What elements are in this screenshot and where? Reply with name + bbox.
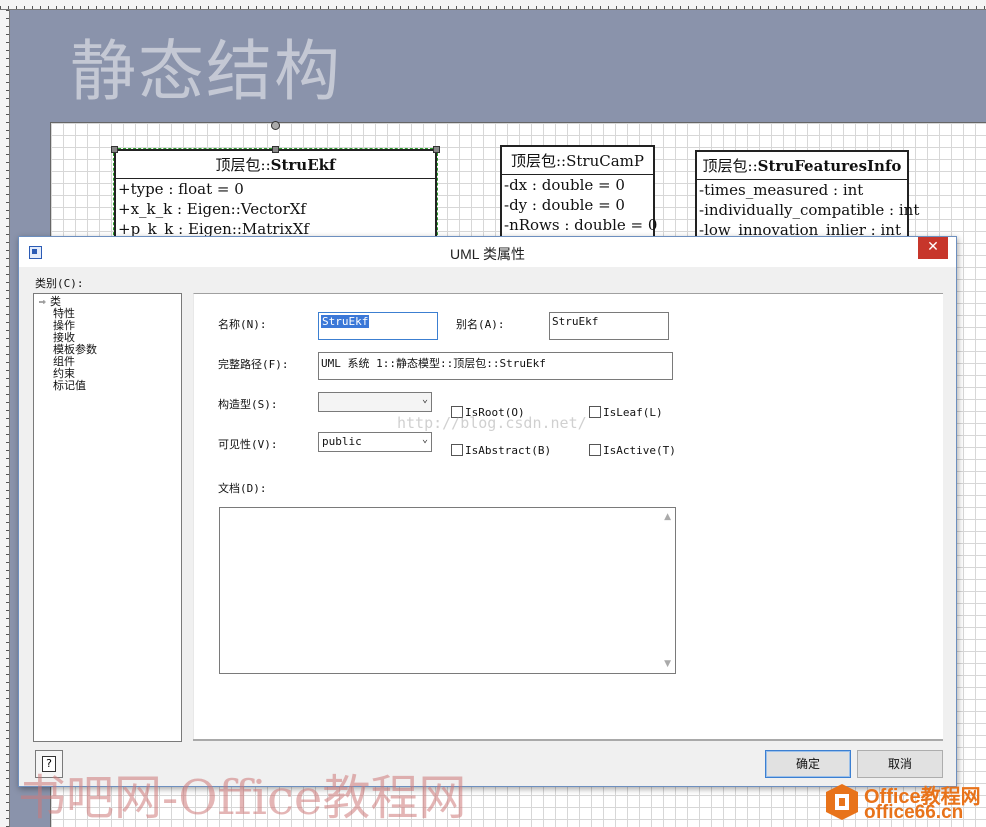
cancel-button[interactable]: 取消 [857, 750, 943, 778]
alias-input[interactable]: StruEkf [549, 312, 669, 340]
name-input[interactable]: StruEkf [318, 312, 438, 340]
checkbox-box[interactable] [451, 444, 463, 456]
stereotype-select[interactable]: ⌄ [318, 392, 432, 412]
uml-class-struekf[interactable]: 顶层包::StruEkf +type : float = 0 +x_k_k : … [113, 148, 438, 250]
resize-handle[interactable] [272, 146, 279, 153]
vertical-ruler [0, 10, 10, 827]
fullpath-field[interactable]: UML 系统 1::静态模型::顶层包::StruEkf [318, 352, 673, 380]
diagram-title: 静态结构 [70, 33, 342, 110]
dialog-title: UML 类属性 [450, 246, 525, 262]
checkbox-box[interactable] [589, 444, 601, 456]
documentation-label: 文档(D): [218, 482, 267, 495]
class-attribute: -nRows : double = 0 [504, 216, 658, 234]
class-attribute: -individually_compatible : int [699, 201, 920, 219]
chevron-down-icon: ⌄ [421, 434, 428, 445]
class-attribute: -times_measured : int [699, 181, 864, 199]
uml-class-strucamp[interactable]: 顶层包::StruCamP -dx : double = 0 -dy : dou… [500, 145, 658, 245]
class-attribute: -dy : double = 0 [504, 196, 625, 214]
scroll-up-icon[interactable]: ▲ [664, 512, 671, 522]
name-label: 名称(N): [218, 318, 267, 331]
category-tree[interactable]: ⇨ 类 特性 操作 接收 模板参数 组件 约束 标记值 [33, 293, 182, 742]
class-header: 顶层包::StruFeaturesInfo [697, 152, 907, 180]
resize-handle[interactable] [111, 146, 118, 153]
arrow-right-icon: ⇨ [39, 295, 46, 308]
isactive-checkbox[interactable]: IsActive(T) [589, 444, 676, 457]
isabstract-checkbox[interactable]: IsAbstract(B) [451, 444, 551, 457]
stereotype-label: 构造型(S): [218, 398, 278, 411]
documentation-textarea[interactable]: ▲ ▼ [219, 507, 676, 674]
visibility-label: 可见性(V): [218, 438, 278, 451]
class-attribute: +x_k_k : Eigen::VectorXf [118, 200, 306, 218]
scroll-down-icon[interactable]: ▼ [664, 659, 671, 669]
checkbox-box[interactable] [589, 406, 601, 418]
office-logo-icon [826, 784, 858, 820]
brand-domain: office66.cn [864, 802, 964, 823]
resize-handle[interactable] [433, 146, 440, 153]
url-watermark: http://blog.csdn.net/ [397, 414, 587, 432]
tree-item-tagged-values[interactable]: 标记值 [37, 380, 181, 392]
class-attribute: -dx : double = 0 [504, 176, 625, 194]
close-button[interactable]: ✕ [918, 237, 948, 259]
chevron-down-icon: ⌄ [421, 394, 428, 405]
panel-divider [193, 739, 943, 741]
rotation-handle[interactable] [271, 121, 280, 130]
site-watermark: 书吧网-Office教程网 [18, 770, 467, 826]
class-header: 顶层包::StruEkf [116, 151, 435, 179]
brand-logo: Office教程网 office66.cn [818, 778, 986, 827]
class-attribute: +type : float = 0 [118, 180, 244, 198]
uml-class-properties-dialog: UML 类属性 ✕ 类别(C): ⇨ 类 特性 操作 接收 模板参数 组件 约束 … [18, 236, 957, 787]
ok-button[interactable]: 确定 [765, 750, 851, 778]
category-label: 类别(C): [35, 277, 84, 290]
alias-label: 别名(A): [456, 318, 505, 331]
uml-class-strufeaturesinfo[interactable]: 顶层包::StruFeaturesInfo -times_measured : … [695, 150, 920, 250]
dialog-titlebar[interactable]: UML 类属性 ✕ [19, 237, 956, 267]
class-header: 顶层包::StruCamP [502, 147, 653, 175]
horizontal-ruler [0, 0, 986, 10]
fullpath-label: 完整路径(F): [218, 358, 289, 371]
visibility-select[interactable]: public ⌄ [318, 432, 432, 452]
isleaf-checkbox[interactable]: IsLeaf(L) [589, 406, 663, 419]
